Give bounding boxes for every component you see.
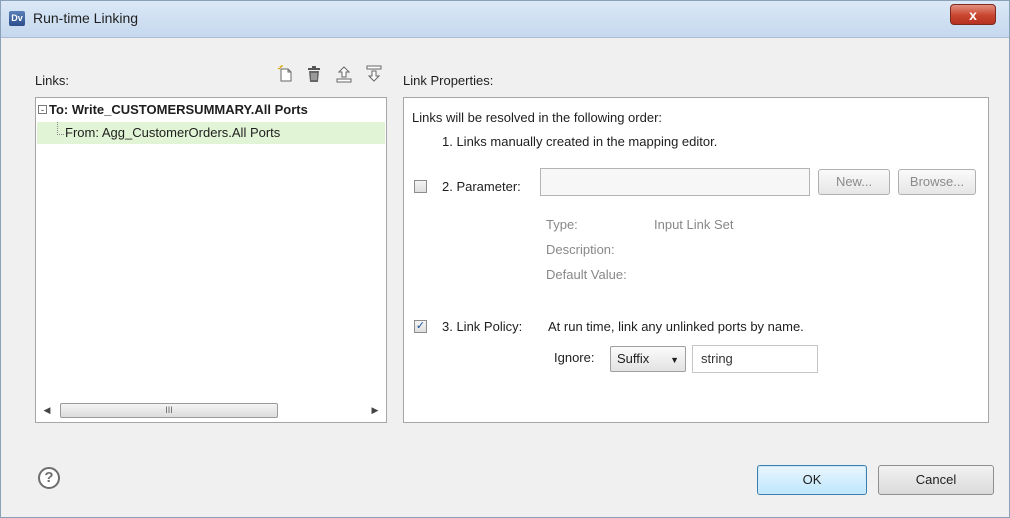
ignore-label: Ignore: [554, 350, 595, 365]
link-properties-panel: Links will be resolved in the following … [403, 97, 989, 423]
type-label: Type: [546, 217, 578, 232]
links-label: Links: [35, 73, 69, 88]
scroll-thumb[interactable]: III [60, 403, 278, 418]
run-time-linking-dialog: Dv Run-time Linking x Links: - To: Write_… [0, 0, 1010, 518]
close-button[interactable]: x [950, 4, 996, 25]
link-properties-label: Link Properties: [403, 73, 494, 88]
resolution-intro: Links will be resolved in the following … [412, 110, 663, 125]
tree-child-label: From: Agg_CustomerOrders.All Ports [65, 125, 281, 140]
parameter-input[interactable] [540, 168, 810, 196]
horizontal-scrollbar[interactable]: ◀ III ▶ [40, 402, 382, 418]
title-bar: Dv Run-time Linking x [1, 1, 1009, 38]
resolution-item-1: 1. Links manually created in the mapping… [442, 134, 718, 149]
collapse-icon[interactable]: - [38, 105, 47, 115]
ignore-suffix-input[interactable]: string [692, 345, 818, 373]
ignore-select-value: Suffix [617, 351, 650, 366]
help-icon[interactable]: ? [38, 467, 60, 489]
parameter-checkbox[interactable] [414, 180, 427, 193]
tree-connector [57, 122, 64, 135]
browse-button[interactable]: Browse... [898, 169, 976, 195]
cancel-button[interactable]: Cancel [878, 465, 994, 495]
parameter-label: 2. Parameter: [442, 179, 521, 194]
chevron-down-icon: ▼ [670, 355, 679, 365]
description-label: Description: [546, 242, 615, 257]
window-title: Run-time Linking [33, 10, 139, 26]
link-policy-checkbox[interactable]: ✓ [414, 320, 427, 333]
scroll-right-icon[interactable]: ▶ [368, 402, 382, 418]
tree-root-item[interactable]: - To: Write_CUSTOMERSUMMARY.All Ports [38, 102, 308, 117]
app-icon: Dv [9, 11, 25, 26]
links-tree[interactable]: - To: Write_CUSTOMERSUMMARY.All Ports Fro… [35, 97, 387, 423]
delete-icon[interactable] [305, 65, 323, 83]
move-down-icon[interactable] [365, 65, 383, 83]
tree-root-label: To: Write_CUSTOMERSUMMARY.All Ports [49, 102, 308, 117]
tree-child-item[interactable]: From: Agg_CustomerOrders.All Ports [37, 122, 385, 144]
new-link-icon[interactable] [277, 65, 295, 83]
new-button[interactable]: New... [818, 169, 890, 195]
ok-button[interactable]: OK [757, 465, 867, 495]
link-policy-text: At run time, link any unlinked ports by … [548, 319, 804, 334]
ignore-select[interactable]: Suffix ▼ [610, 346, 686, 372]
move-up-icon[interactable] [335, 65, 353, 83]
scroll-left-icon[interactable]: ◀ [40, 402, 54, 418]
link-policy-label: 3. Link Policy: [442, 319, 523, 334]
default-value-label: Default Value: [546, 267, 627, 282]
type-value: Input Link Set [654, 217, 734, 232]
